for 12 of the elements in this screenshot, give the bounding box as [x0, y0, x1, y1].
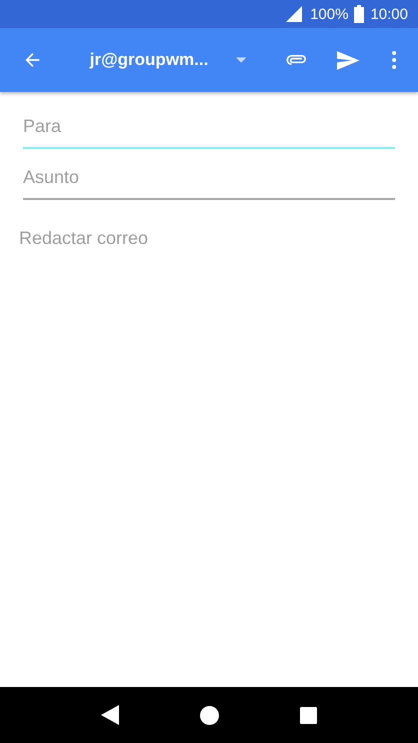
more-icon[interactable] [392, 51, 396, 69]
recents-icon[interactable] [300, 706, 318, 724]
signal-icon [286, 6, 302, 22]
back-icon[interactable] [100, 705, 119, 725]
attach-icon[interactable] [284, 53, 308, 67]
home-icon[interactable] [200, 706, 219, 724]
account-dropdown[interactable]: jr@groupwm... [90, 50, 208, 70]
send-icon[interactable] [337, 50, 360, 70]
battery-percent: 100% [310, 6, 348, 22]
clock: 10:00 [370, 6, 408, 22]
caret-icon[interactable] [236, 57, 247, 63]
battery-icon [354, 5, 364, 23]
